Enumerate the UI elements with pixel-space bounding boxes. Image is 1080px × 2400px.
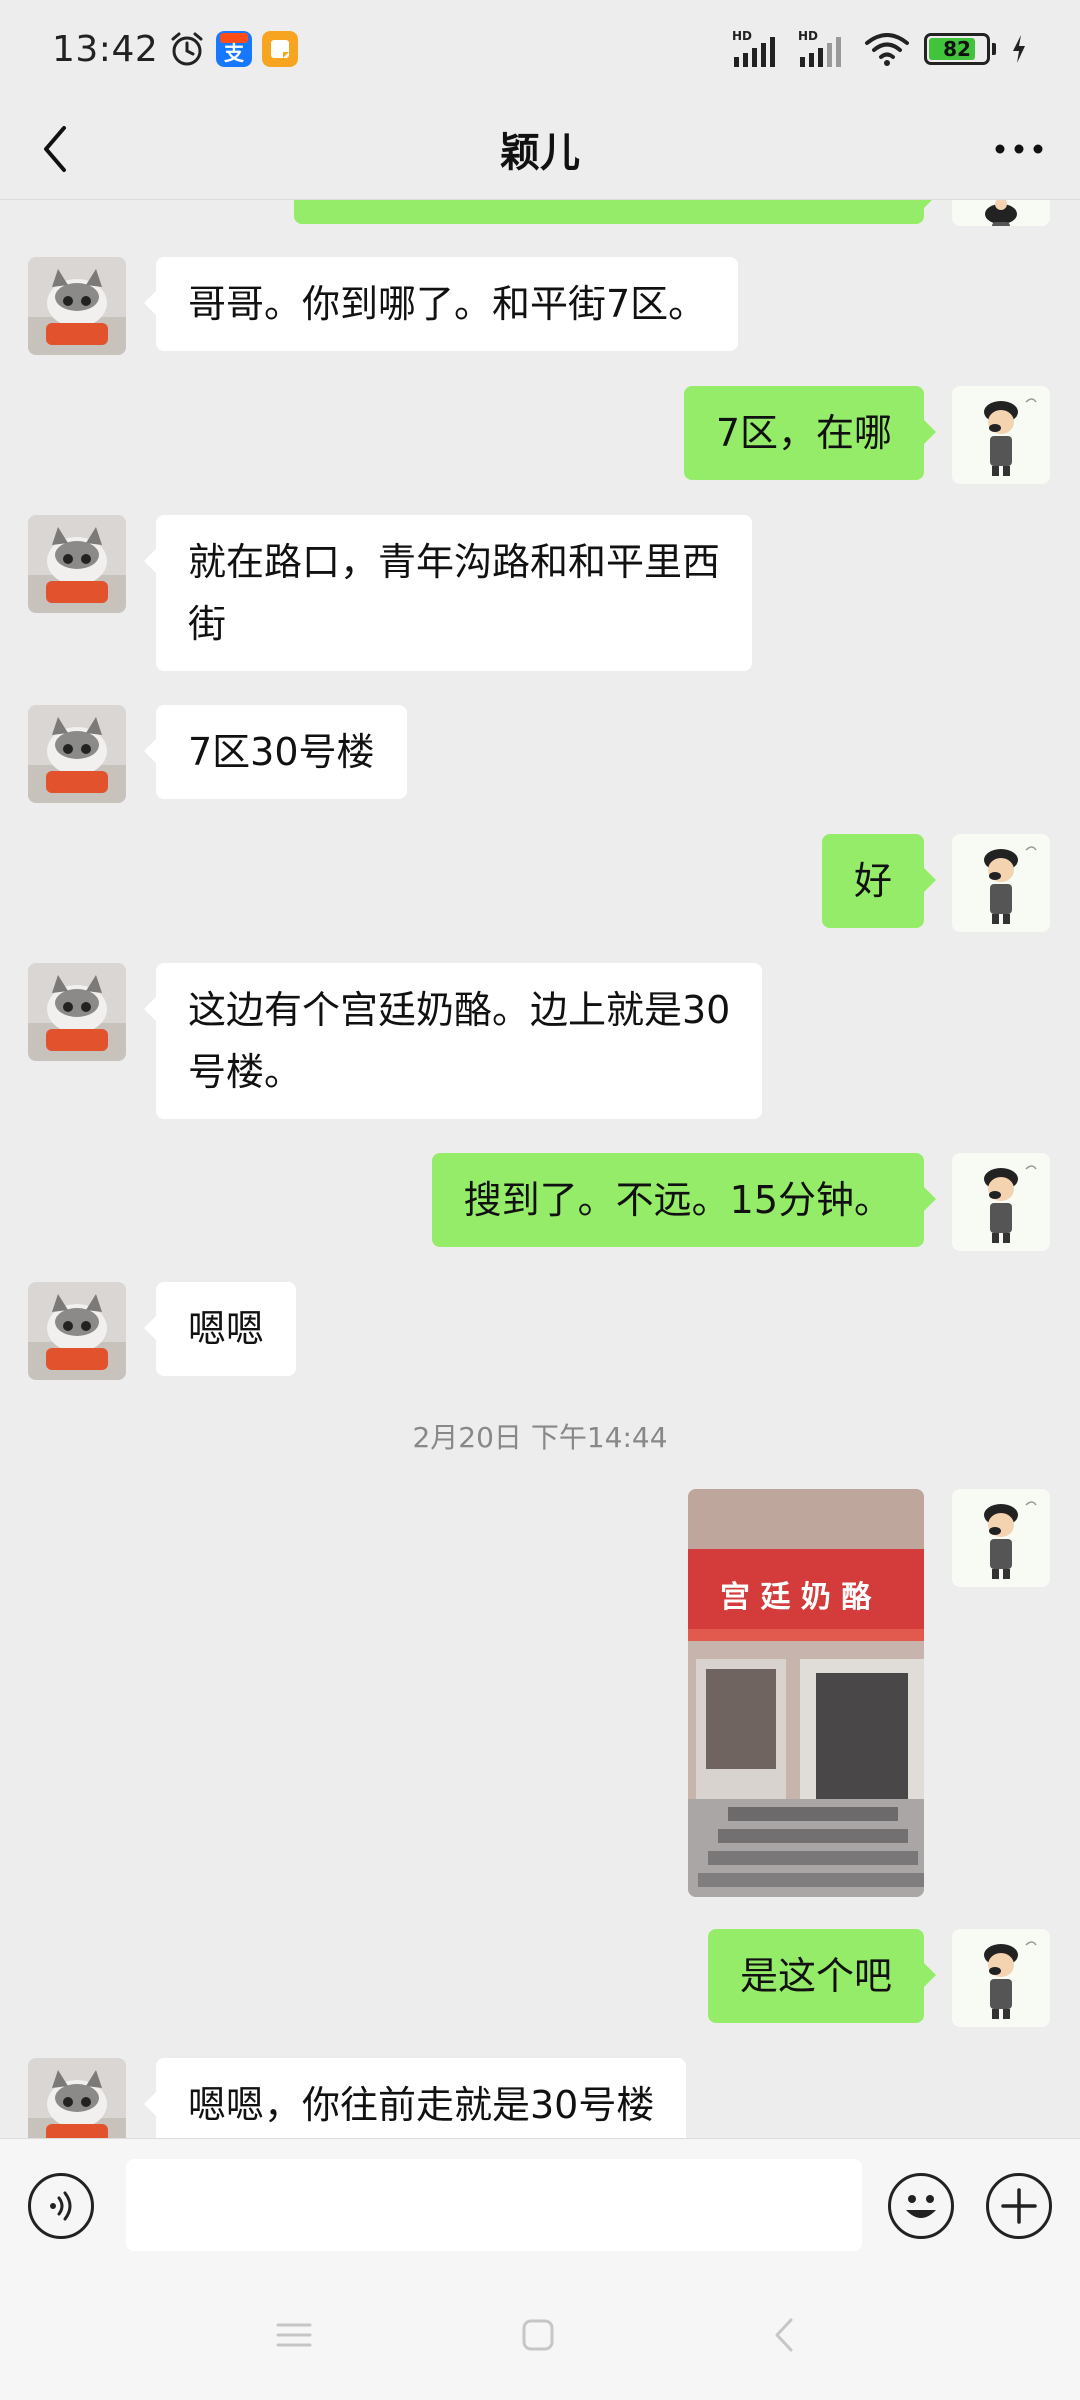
- plus-icon: [1001, 2188, 1037, 2224]
- back-icon: [775, 2318, 793, 2352]
- received-message[interactable]: 嗯嗯: [143, 1282, 297, 1376]
- signal-hd-icon: HD: [798, 29, 850, 69]
- shop-sign-text: 宫 廷 奶 酪: [720, 1580, 872, 1615]
- received-message[interactable]: 哥哥。你到哪了。和平街7区。: [143, 257, 739, 351]
- my-avatar[interactable]: [952, 1153, 1050, 1251]
- menu-icon: [276, 2323, 312, 2347]
- status-left: 13:42 支: [52, 28, 299, 70]
- contact-avatar[interactable]: [28, 515, 126, 613]
- my-avatar[interactable]: [952, 834, 1050, 932]
- my-avatar[interactable]: [952, 200, 1050, 226]
- sent-message[interactable]: 是这个吧: [707, 1929, 937, 2023]
- nav-back-button[interactable]: [754, 2310, 814, 2360]
- plus-button[interactable]: [986, 2173, 1052, 2239]
- home-icon: [522, 2319, 554, 2351]
- emoji-button[interactable]: [888, 2173, 954, 2239]
- status-bar: 13:42 支 HD HD 82: [0, 0, 1080, 98]
- back-button[interactable]: [26, 120, 84, 178]
- message-bubble-partial[interactable]: [294, 200, 936, 224]
- hd-label: HD: [732, 29, 752, 43]
- voice-button[interactable]: [28, 2173, 94, 2239]
- contact-avatar[interactable]: [28, 257, 126, 355]
- contact-avatar[interactable]: [28, 705, 126, 803]
- message-input[interactable]: [126, 2159, 862, 2251]
- emoji-icon: [906, 2195, 936, 2218]
- battery-level: 82: [943, 37, 971, 61]
- charging-icon: [1010, 33, 1028, 65]
- hd-label: HD: [798, 29, 818, 43]
- more-button[interactable]: [984, 120, 1054, 178]
- sent-message[interactable]: 好: [821, 834, 937, 928]
- alarm-clock-icon: [168, 30, 206, 68]
- menu-button[interactable]: [264, 2310, 324, 2360]
- battery-icon: 82: [924, 33, 996, 65]
- taobao-alipay-icon: 支: [216, 31, 253, 67]
- received-message[interactable]: 嗯嗯，你往前走就是30号楼: [143, 2058, 687, 2138]
- image-message[interactable]: 宫 廷 奶 酪: [688, 1489, 924, 1897]
- chat-title: 颖儿: [500, 129, 580, 176]
- svg-text:支: 支: [224, 41, 245, 65]
- status-right: HD HD 82: [732, 29, 1028, 69]
- signal-hd-icon: HD: [732, 29, 784, 69]
- received-message[interactable]: 就在路口，青年沟路和和平里西 街: [143, 515, 753, 671]
- my-avatar[interactable]: [952, 1489, 1050, 1587]
- chevron-left-icon: [44, 126, 66, 172]
- voice-icon: [50, 2191, 72, 2221]
- my-avatar[interactable]: [952, 386, 1050, 484]
- home-button[interactable]: [508, 2310, 568, 2360]
- more-dots-icon: [995, 144, 1043, 154]
- status-time: 13:42: [52, 28, 159, 70]
- wifi-icon: [864, 31, 910, 67]
- orange-app-icon: [262, 31, 299, 67]
- contact-avatar[interactable]: [28, 2058, 126, 2138]
- sent-message[interactable]: 7区，在哪: [683, 386, 937, 480]
- time-divider: 2月20日 下午14:44: [412, 1421, 668, 1454]
- my-avatar[interactable]: [952, 1929, 1050, 2027]
- contact-avatar[interactable]: [28, 1282, 126, 1380]
- received-message[interactable]: 7区30号楼: [144, 705, 407, 799]
- sent-message[interactable]: 搜到了。不远。15分钟。: [431, 1153, 937, 1247]
- received-message[interactable]: 这边有个宫廷奶酪。边上就是30 号楼。: [143, 963, 763, 1119]
- contact-avatar[interactable]: [28, 963, 126, 1061]
- input-bar: [0, 2138, 1080, 2268]
- message-list[interactable]: 哥哥。你到哪了。和平街7区。 7区，在哪就在路口，青年沟路和和平里西 街 7区30号…: [0, 200, 1080, 2138]
- system-nav-bar: [0, 2268, 1080, 2400]
- chat-header: 颖儿: [0, 98, 1080, 200]
